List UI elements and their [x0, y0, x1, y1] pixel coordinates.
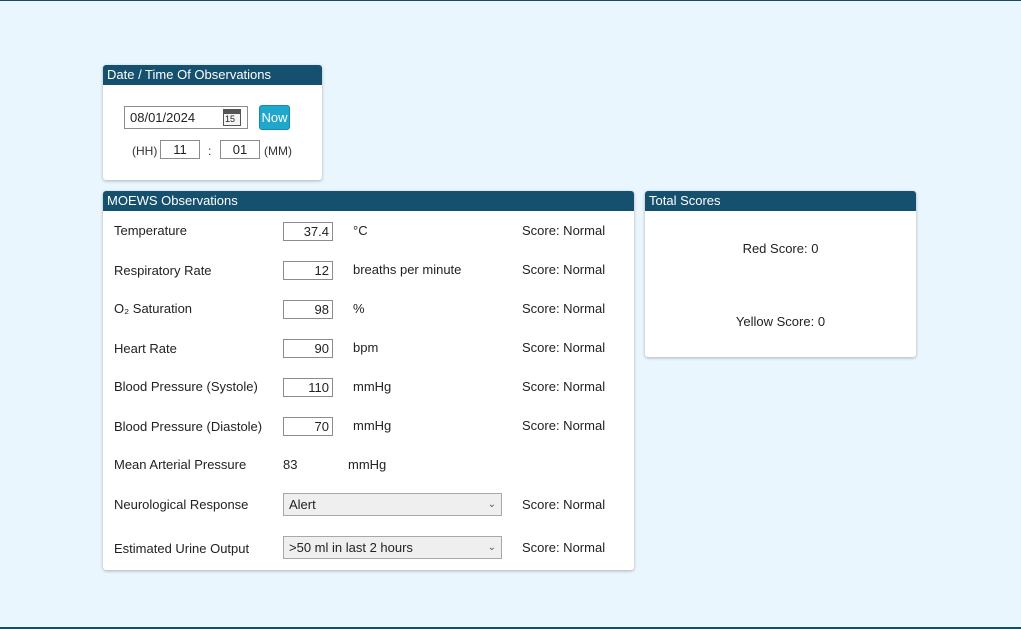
bp-systole-label: Blood Pressure (Systole)	[114, 379, 258, 394]
hour-label: (HH)	[132, 144, 158, 158]
bp-diastole-label: Blood Pressure (Diastole)	[114, 419, 263, 434]
date-input-value: 08/01/2024	[130, 110, 196, 125]
mean-arterial-pressure-unit: mmHg	[348, 457, 387, 472]
time-separator: :	[208, 144, 212, 158]
temperature-unit: °C	[353, 223, 368, 238]
respiratory-rate-label: Respiratory Rate	[114, 263, 212, 278]
o2-saturation-score: Score: Normal	[522, 301, 606, 316]
respiratory-rate-input[interactable]: 12	[283, 261, 333, 280]
neurological-response-label: Neurological Response	[114, 497, 249, 512]
bp-systole-unit: mmHg	[353, 379, 392, 394]
chevron-down-icon: ⌄	[487, 499, 496, 510]
neurological-response-select[interactable]: Alert ⌄	[283, 493, 502, 516]
bp-systole-input[interactable]: 110	[283, 378, 333, 397]
bp-diastole-score: Score: Normal	[522, 418, 606, 433]
date-time-panel: Date / Time Of Observations 08/01/2024 1…	[103, 65, 322, 180]
minute-input[interactable]: 01	[220, 140, 260, 159]
bp-diastole-unit: mmHg	[353, 418, 392, 433]
urine-output-select[interactable]: >50 ml in last 2 hours ⌄	[283, 536, 502, 559]
date-input[interactable]: 08/01/2024 15	[124, 106, 248, 129]
bp-diastole-input[interactable]: 70	[283, 417, 333, 436]
o2-saturation-label: O₂ Saturation	[114, 301, 193, 316]
calendar-icon[interactable]: 15	[223, 109, 241, 126]
neurological-response-score: Score: Normal	[522, 497, 606, 512]
respiratory-rate-score: Score: Normal	[522, 262, 606, 277]
moews-panel-title: MOEWS Observations	[103, 191, 634, 211]
hour-input[interactable]: 11	[160, 140, 200, 159]
urine-output-score: Score: Normal	[522, 540, 606, 555]
temperature-score: Score: Normal	[522, 223, 606, 238]
moews-observations-panel: MOEWS Observations Temperature 37.4 °C S…	[103, 191, 634, 570]
respiratory-rate-unit: breaths per minute	[353, 262, 462, 277]
heart-rate-score: Score: Normal	[522, 340, 606, 355]
total-scores-panel: Total Scores Red Score: 0 Yellow Score: …	[645, 191, 916, 357]
chevron-down-icon: ⌄	[487, 542, 496, 553]
neurological-response-selected: Alert	[289, 497, 316, 512]
calendar-icon-day: 15	[225, 114, 236, 124]
bp-systole-score: Score: Normal	[522, 379, 606, 394]
mean-arterial-pressure-label: Mean Arterial Pressure	[114, 457, 247, 472]
mean-arterial-pressure-value: 83	[283, 457, 298, 472]
urine-output-label: Estimated Urine Output	[114, 541, 250, 556]
heart-rate-input[interactable]: 90	[283, 339, 333, 358]
temperature-label: Temperature	[114, 223, 187, 238]
heart-rate-unit: bpm	[353, 340, 379, 355]
o2-saturation-input[interactable]: 98	[283, 300, 333, 319]
total-scores-title: Total Scores	[645, 191, 916, 211]
date-time-panel-title: Date / Time Of Observations	[103, 65, 322, 85]
temperature-input[interactable]: 37.4	[283, 222, 333, 241]
heart-rate-label: Heart Rate	[114, 341, 177, 356]
o2-saturation-unit: %	[353, 301, 365, 316]
urine-output-selected: >50 ml in last 2 hours	[289, 540, 413, 555]
now-button[interactable]: Now	[259, 105, 290, 130]
yellow-score: Yellow Score: 0	[735, 314, 826, 329]
red-score: Red Score: 0	[742, 241, 819, 256]
minute-label: (MM)	[264, 144, 292, 158]
window-top-border	[0, 0, 1021, 1]
